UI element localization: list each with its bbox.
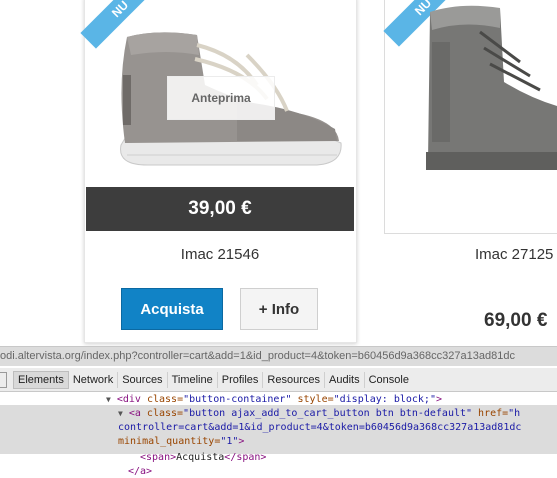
add-to-cart-button[interactable]: Acquista [121,288,223,330]
expand-triangle-icon[interactable]: ▼ [106,395,111,404]
product-name[interactable]: Imac 27125 [475,246,553,263]
product-listing: NU Anteprima 39,00 € Imac 21546 Acquista… [0,0,557,346]
product-image[interactable] [420,2,557,182]
devtools-toolbar: Elements Network Sources Timeline Profil… [0,368,557,392]
elements-panel: ▼ <div class="button-container" style="d… [0,392,557,478]
link-url-tooltip: odi.altervista.org/index.php?controller=… [0,346,557,366]
tab-elements[interactable]: Elements [13,370,69,389]
dock-toggle-icon[interactable] [0,371,7,388]
tab-console[interactable]: Console [365,372,413,388]
product-name[interactable]: Imac 21546 [86,246,354,263]
tab-audits[interactable]: Audits [325,371,365,388]
dom-node-div[interactable]: ▼ <div class="button-container" style="d… [106,393,442,406]
more-info-button[interactable]: + Info [240,288,318,330]
tab-timeline[interactable]: Timeline [168,371,218,388]
dom-node-a[interactable]: ▼ <a class="button ajax_add_to_cart_butt… [118,407,520,420]
tab-resources[interactable]: Resources [263,371,325,388]
preview-button[interactable]: Anteprima [167,76,275,120]
price-bar: 39,00 € [86,187,354,231]
dom-node-a-close[interactable]: </a> [128,465,152,478]
tab-sources[interactable]: Sources [118,371,168,388]
expand-triangle-icon[interactable]: ▼ [118,409,123,418]
dom-node-span[interactable]: <span>Acquista</span> [140,451,266,464]
tab-profiles[interactable]: Profiles [218,371,264,388]
product-price: 69,00 € [484,310,548,331]
tab-network[interactable]: Network [69,371,119,388]
dom-attribute-continuation: controller=cart&add=1&id_product=4&token… [118,422,522,433]
dom-attribute-continuation: minimal_quantity="1"> [118,436,245,447]
